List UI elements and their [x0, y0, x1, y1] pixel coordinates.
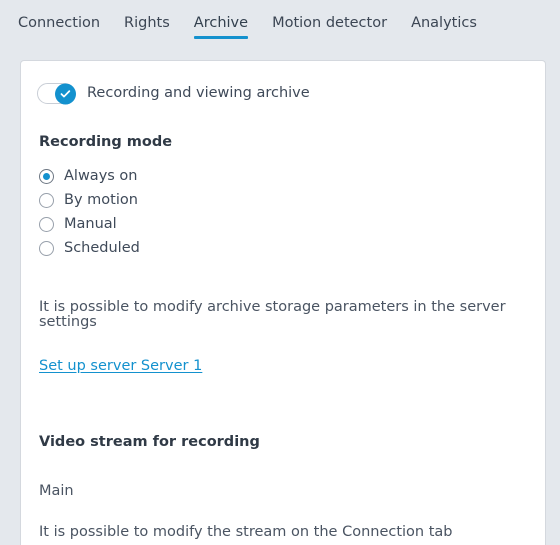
radio-option-manual[interactable]: Manual — [39, 212, 527, 236]
recording-archive-toggle[interactable] — [37, 83, 76, 104]
radio-icon[interactable] — [39, 216, 54, 232]
tab-label: Analytics — [411, 15, 477, 31]
radio-option-always-on[interactable]: Always on — [39, 164, 527, 188]
radio-icon-selected[interactable] — [39, 168, 54, 184]
tab-label: Motion detector — [272, 15, 388, 31]
video-stream-heading: Video stream for recording — [39, 434, 260, 450]
radio-label: Always on — [64, 167, 138, 184]
radio-label: Manual — [64, 215, 117, 232]
recording-mode-radio-group: Always on By motion Manual Scheduled — [39, 164, 527, 260]
video-stream-value: Main — [39, 483, 74, 499]
tab-label: Rights — [124, 15, 170, 31]
check-icon — [60, 89, 71, 97]
tab-label: Archive — [193, 15, 249, 31]
tab-bar: Connection Rights Archive Motion detecto… — [0, 0, 560, 52]
tab-archive[interactable]: Archive — [193, 0, 249, 44]
recording-archive-toggle-label: Recording and viewing archive — [87, 85, 310, 102]
radio-icon[interactable] — [39, 240, 54, 256]
tab-rights[interactable]: Rights — [124, 0, 170, 44]
server-settings-note: It is possible to modify archive storage… — [39, 299, 506, 330]
video-stream-note: It is possible to modify the stream on t… — [39, 523, 453, 540]
tab-connection[interactable]: Connection — [18, 0, 100, 44]
radio-dot — [43, 172, 50, 180]
toggle-knob — [55, 83, 76, 104]
radio-icon[interactable] — [39, 192, 54, 208]
radio-label: Scheduled — [64, 239, 140, 256]
tab-motion-detector[interactable]: Motion detector — [272, 0, 387, 44]
tab-label: Connection — [18, 15, 101, 31]
archive-panel-wrapper: Recording and viewing archive Recording … — [0, 52, 560, 545]
tab-analytics[interactable]: Analytics — [411, 0, 477, 44]
radio-label: By motion — [64, 191, 138, 208]
radio-option-scheduled[interactable]: Scheduled — [39, 236, 527, 260]
set-up-server-link[interactable]: Set up server Server 1 — [39, 359, 202, 374]
recording-archive-toggle-row: Recording and viewing archive — [37, 83, 527, 104]
radio-option-by-motion[interactable]: By motion — [39, 188, 527, 212]
archive-settings-card: Recording and viewing archive Recording … — [20, 60, 546, 545]
recording-mode-heading: Recording mode — [39, 134, 173, 150]
